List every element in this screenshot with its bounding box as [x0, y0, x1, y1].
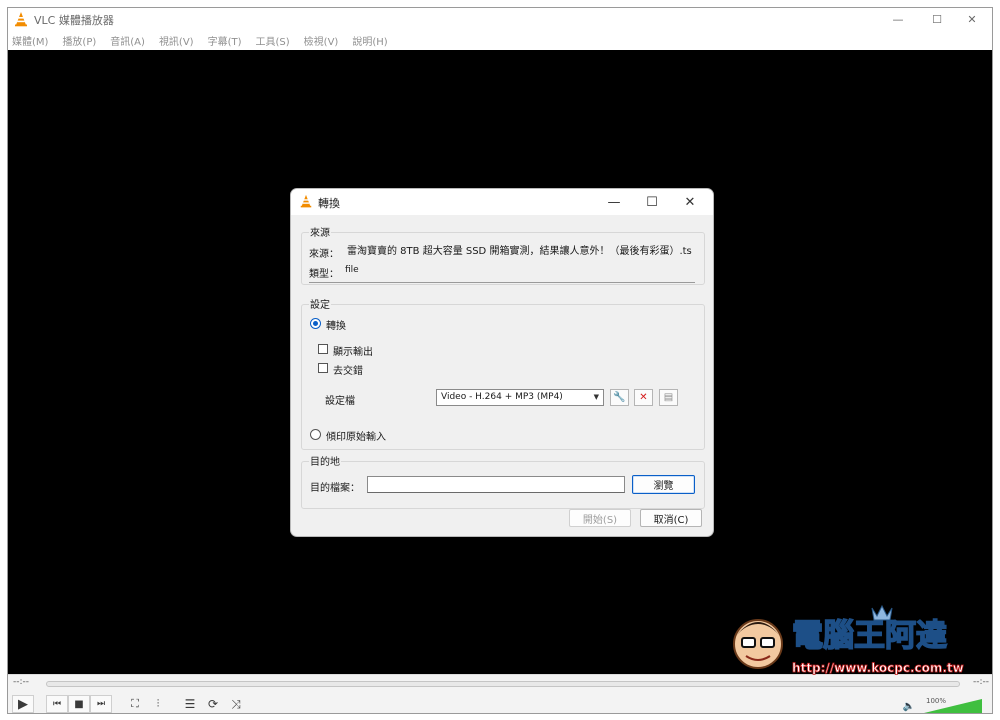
time-elapsed: --:--: [13, 677, 30, 687]
menu-subtitle[interactable]: 字幕(T): [208, 33, 242, 48]
vlc-cone-icon: [15, 12, 27, 27]
maximize-icon: ☐: [932, 12, 942, 26]
random-button[interactable]: ⤨: [225, 695, 247, 713]
fullscreen-button[interactable]: ⛶: [124, 695, 146, 713]
dump-raw-input-label[interactable]: 傾印原始輸入: [326, 428, 386, 443]
volume-slider[interactable]: [920, 699, 982, 714]
destination-file-label: 目的檔案：: [310, 483, 360, 494]
dialog-title: 轉換: [318, 197, 340, 210]
convert-radio-label[interactable]: 轉換: [326, 317, 346, 332]
source-divider: [309, 282, 695, 283]
fullscreen-icon: ⛶: [131, 697, 139, 710]
cancel-button[interactable]: 取消(C): [640, 509, 702, 527]
menu-playback[interactable]: 播放(P): [62, 33, 96, 48]
watermark-title: 電腦王阿達: [792, 618, 947, 654]
chevron-down-icon: ▼: [593, 393, 599, 401]
destination-group-label: 目的地: [309, 453, 341, 468]
extended-settings-button[interactable]: ⫶: [147, 695, 169, 713]
convert-radio[interactable]: [310, 318, 321, 329]
menu-help[interactable]: 說明(H): [352, 33, 387, 48]
source-filename: 雷淘寶賣的 8TB 超大容量 SSD 開箱實測，結果讓人意外！（最後有彩蛋）.t…: [347, 246, 692, 257]
deinterlace-label[interactable]: 去交錯: [333, 362, 363, 377]
next-icon: ⏭: [96, 699, 106, 709]
maximize-icon: ☐: [646, 194, 658, 210]
dialog-close-button[interactable]: ✕: [671, 189, 709, 215]
menu-tools[interactable]: 工具(S): [256, 33, 290, 48]
watermark-url: http://www.kocpc.com.tw: [792, 661, 964, 675]
close-button[interactable]: ✕: [952, 8, 992, 30]
profile-label: 設定檔: [325, 396, 355, 407]
settings-group-label: 設定: [309, 296, 331, 311]
previous-icon: ⏮: [52, 699, 62, 709]
menu-audio[interactable]: 音訊(A): [110, 33, 145, 48]
browse-button[interactable]: 瀏覽: [632, 475, 695, 494]
stop-icon: ■: [74, 698, 84, 710]
equalizer-icon: ⫶: [156, 697, 160, 710]
dialog-title-bar: 轉換 — ☐ ✕: [291, 189, 713, 215]
loop-button[interactable]: ⟳: [202, 695, 224, 713]
delete-profile-button[interactable]: ✕: [634, 389, 653, 406]
menu-video[interactable]: 視訊(V): [159, 33, 194, 48]
delete-icon: ✕: [639, 392, 648, 403]
next-button[interactable]: ⏭: [90, 695, 112, 713]
start-button[interactable]: 開始(S): [569, 509, 631, 527]
minimize-button[interactable]: —: [878, 8, 918, 30]
convert-dialog: 轉換 — ☐ ✕ 來源 來源： 雷淘寶賣的 8TB 超大容量 SSD 開箱實測，…: [290, 188, 714, 537]
display-output-label[interactable]: 顯示輸出: [333, 343, 373, 358]
type-value: file: [345, 265, 359, 275]
play-button[interactable]: ▶: [12, 695, 34, 713]
playlist-icon: ☰: [184, 697, 196, 711]
deinterlace-checkbox[interactable]: [318, 363, 328, 373]
window-title: VLC 媒體播放器: [34, 14, 114, 27]
source-group-label: 來源: [309, 224, 331, 239]
minimize-icon: —: [892, 12, 904, 26]
wrench-icon: 🔧: [613, 392, 626, 403]
kocpc-watermark: 電腦王阿達 http://www.kocpc.com.tw: [733, 604, 964, 675]
dump-raw-input-radio[interactable]: [310, 429, 321, 440]
vlc-cone-icon: [300, 194, 312, 208]
title-bar: VLC 媒體播放器 — ☐ ✕: [8, 8, 992, 30]
mute-button[interactable]: 🔈: [901, 697, 917, 713]
profile-dropdown[interactable]: Video - H.264 + MP3 (MP4) ▼: [436, 389, 604, 406]
menu-view[interactable]: 檢視(V): [304, 33, 339, 48]
type-label: 類型：: [309, 269, 339, 280]
playlist-button[interactable]: ☰: [179, 695, 201, 713]
close-icon: ✕: [967, 12, 977, 26]
edit-profile-button[interactable]: 🔧: [610, 389, 629, 406]
play-icon: ▶: [18, 696, 28, 712]
profile-selected-value: Video - H.264 + MP3 (MP4): [441, 392, 563, 402]
volume-fill: [924, 699, 982, 713]
new-profile-button[interactable]: ▤: [659, 389, 678, 406]
loop-icon: ⟳: [207, 697, 219, 711]
minimize-icon: —: [607, 194, 621, 210]
menu-media[interactable]: 媒體(M): [12, 33, 48, 48]
menu-bar: 媒體(M) 播放(P) 音訊(A) 視訊(V) 字幕(T) 工具(S) 檢視(V…: [8, 30, 992, 50]
close-icon: ✕: [684, 194, 696, 210]
dialog-minimize-button[interactable]: —: [595, 189, 633, 215]
speaker-icon: 🔈: [902, 700, 916, 712]
shuffle-icon: ⤨: [231, 696, 241, 711]
display-output-checkbox[interactable]: [318, 344, 328, 354]
maximize-button[interactable]: ☐: [917, 8, 957, 30]
source-label: 來源：: [309, 249, 339, 260]
dialog-maximize-button[interactable]: ☐: [633, 189, 671, 215]
destination-file-input[interactable]: [367, 476, 625, 493]
stop-button[interactable]: ■: [68, 695, 90, 713]
new-profile-icon: ▤: [663, 392, 674, 403]
previous-button[interactable]: ⏮: [46, 695, 68, 713]
